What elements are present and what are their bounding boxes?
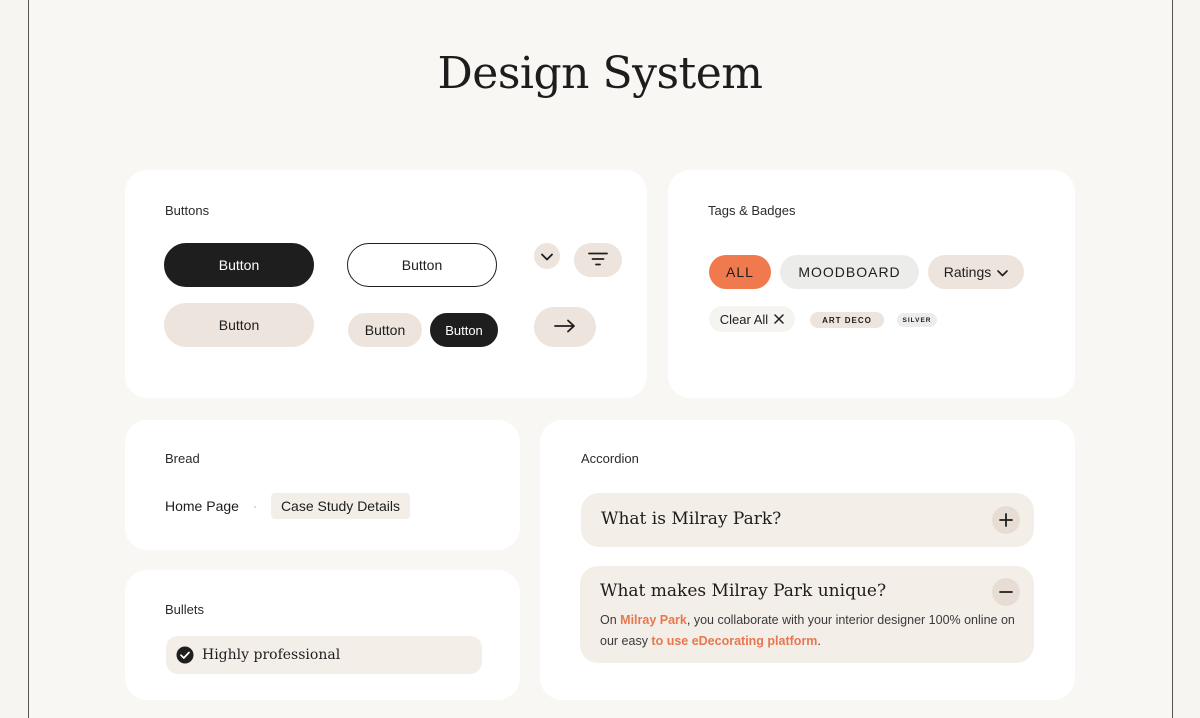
breadcrumb-separator: · [252,499,257,513]
bullets-card: Bullets Highly professional [125,570,520,700]
breadcrumb: Home Page · Case Study Details [165,493,410,519]
accordion-answer: On Milray Park, you collaborate with you… [600,610,1020,652]
dark-button[interactable]: Button [164,243,314,287]
tag-ratings-label: Ratings [943,264,992,280]
outline-button[interactable]: Button [347,243,497,287]
chevron-down-icon [541,248,553,264]
bullet-item: Highly professional [166,636,482,674]
accordion-question: What makes Milray Park unique? [600,581,887,601]
accordion-card: Accordion What is Milray Park? What make… [540,420,1075,700]
page-title: Design System [437,48,763,99]
breadcrumb-current: Case Study Details [270,493,410,519]
tag-moodboard[interactable]: MOODBOARD [780,255,919,289]
accordion-question: What is Milray Park? [601,509,782,529]
badge-art-deco: ART DECO [810,312,884,328]
close-icon [774,312,784,327]
check-circle-icon [176,646,194,664]
arrow-right-icon [554,319,576,336]
tags-card: Tags & Badges ALL MOODBOARD Ratings Clea… [668,170,1075,398]
buttons-card: Buttons Button Button Button Button Butt… [125,170,647,398]
breadcrumb-home-link[interactable]: Home Page [165,498,239,514]
accordion-card-label: Accordion [581,451,639,466]
plus-icon [999,513,1013,527]
tag-all[interactable]: ALL [709,255,771,289]
minus-icon [999,585,1013,599]
soft-button[interactable]: Button [164,303,314,347]
bullet-item-label: Highly professional [202,647,341,663]
arrow-button[interactable] [534,307,596,347]
clear-all-chip[interactable]: Clear All [709,306,795,332]
chevron-down-icon [997,264,1009,280]
clear-all-label: Clear All [719,311,769,327]
milray-park-link[interactable]: Milray Park [620,613,687,627]
filter-button[interactable] [574,243,622,277]
filter-icon [588,252,608,269]
expand-button[interactable] [992,506,1020,534]
dropdown-toggle-button[interactable] [534,243,560,269]
accordion-item-expanded[interactable]: What makes Milray Park unique? On Milray… [580,566,1034,663]
answer-text: On [600,613,621,627]
buttons-card-label: Buttons [165,203,210,218]
bullets-card-label: Bullets [165,602,205,617]
breadcrumb-card-label: Bread [165,451,200,466]
breadcrumb-card: Bread Home Page · Case Study Details [125,420,520,550]
small-soft-button[interactable]: Button [348,313,422,347]
small-dark-button[interactable]: Button [430,313,498,347]
accordion-item-collapsed[interactable]: What is Milray Park? [581,493,1034,547]
badge-silver: SILVER [897,313,937,327]
collapse-button[interactable] [992,578,1020,606]
tag-ratings[interactable]: Ratings [928,255,1024,289]
tags-card-label: Tags & Badges [708,203,796,218]
edecorating-platform-link[interactable]: to use eDecorating platform [651,634,817,648]
answer-text: . [817,634,821,648]
